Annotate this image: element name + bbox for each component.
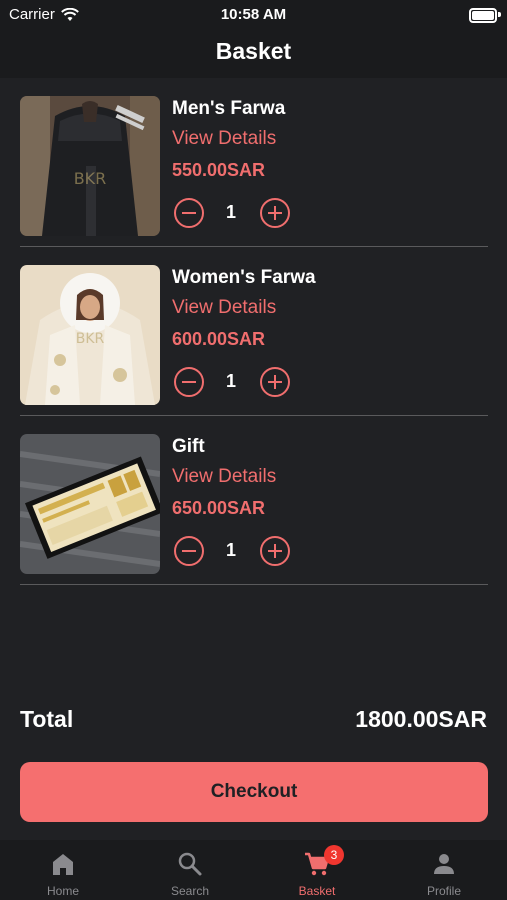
product-price: 600.00SAR — [172, 329, 266, 349]
home-icon — [53, 854, 73, 875]
product-price: 650.00SAR — [172, 498, 266, 518]
product-image[interactable] — [20, 434, 160, 574]
decrease-quantity-button[interactable] — [174, 198, 204, 228]
tab-label: Search — [170, 884, 210, 898]
view-details-link[interactable]: View Details — [172, 297, 276, 319]
cart-badge: 3 — [324, 845, 344, 865]
search-icon — [178, 852, 202, 876]
navigation-bar: Basket — [0, 30, 507, 78]
product-name: Men's Farwa — [172, 98, 286, 119]
tab-bar: Home Search 3 Basket Profile — [0, 840, 507, 900]
battery-icon — [469, 8, 497, 23]
quantity-value: 1 — [225, 202, 236, 222]
product-image[interactable]: BKR — [20, 96, 160, 236]
basket-item: BKR Women's Farwa View Details 600.00SAR… — [20, 265, 488, 416]
tab-label: Profile — [426, 884, 461, 898]
basket-item: Gift View Details 650.00SAR 1 — [20, 434, 488, 585]
tab-label: Basket — [298, 884, 336, 898]
total-label: Total — [20, 706, 74, 732]
checkout-button[interactable]: Checkout — [20, 762, 488, 822]
status-bar: Carrier 10:58 AM — [0, 0, 507, 30]
tab-home[interactable]: Home — [0, 840, 126, 900]
view-details-link[interactable]: View Details — [172, 466, 276, 488]
quantity-value: 1 — [225, 371, 236, 391]
svg-text:BKR: BKR — [74, 169, 107, 188]
tab-basket[interactable]: 3 Basket — [254, 840, 380, 900]
view-details-link[interactable]: View Details — [172, 128, 276, 150]
product-image[interactable]: BKR — [20, 265, 160, 405]
page-title: Basket — [215, 38, 292, 64]
increase-quantity-button[interactable] — [260, 536, 290, 566]
product-name: Gift — [172, 436, 205, 457]
basket-item: BKR Men's Farwa View Details 550.00SAR 1 — [20, 96, 488, 247]
increase-quantity-button[interactable] — [260, 198, 290, 228]
increase-quantity-button[interactable] — [260, 367, 290, 397]
person-icon — [434, 854, 454, 874]
tab-label: Home — [46, 884, 79, 898]
total-value: 1800.00SAR — [355, 706, 487, 732]
clock: 10:58 AM — [220, 6, 287, 23]
decrease-quantity-button[interactable] — [174, 536, 204, 566]
tab-search[interactable]: Search — [127, 840, 253, 900]
quantity-value: 1 — [225, 540, 236, 560]
battery-tip — [498, 12, 501, 17]
product-name: Women's Farwa — [172, 267, 316, 288]
tab-profile[interactable]: Profile — [381, 840, 507, 900]
svg-text:BKR: BKR — [76, 331, 105, 347]
product-price: 550.00SAR — [172, 160, 266, 180]
decrease-quantity-button[interactable] — [174, 367, 204, 397]
